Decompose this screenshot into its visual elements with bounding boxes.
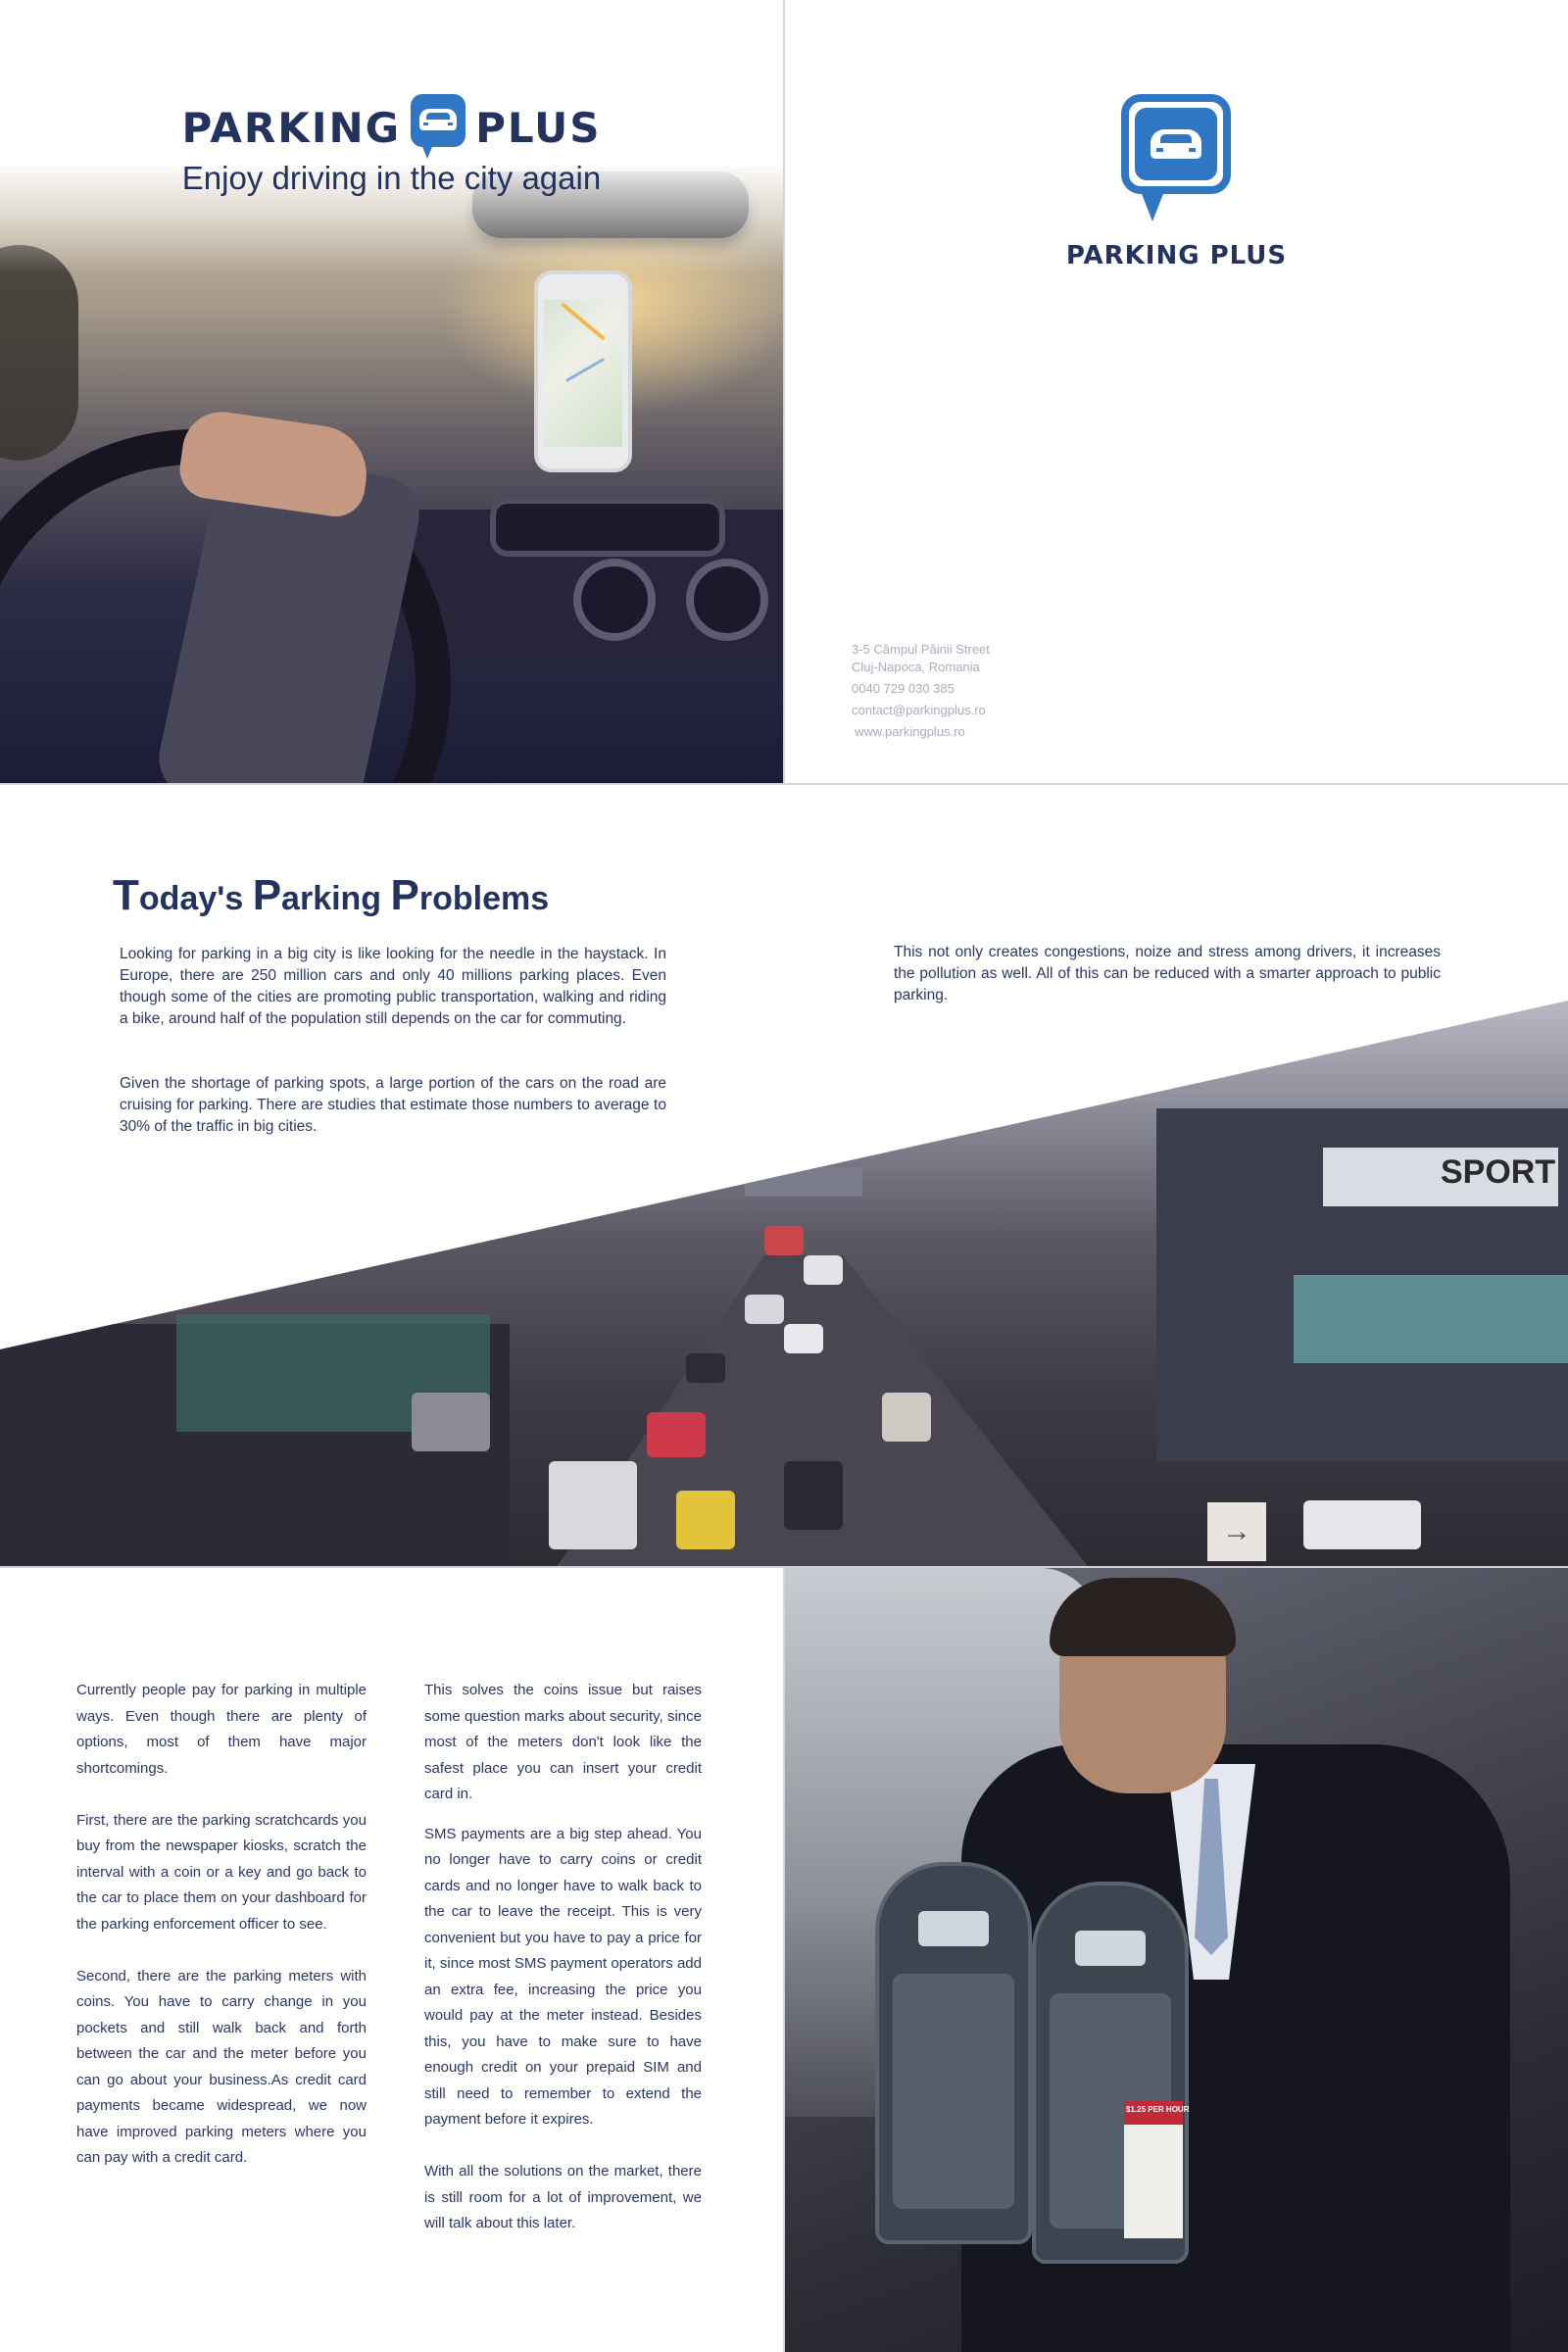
paragraph-scratchcards: First, there are the parking scratchcard… (76, 1811, 367, 1933)
cover-panel: PARKING PLUS Enjoy driving in the city a… (0, 0, 783, 783)
paragraph-pollution: This not only creates congestions, noize… (894, 944, 1441, 1004)
car-pin-icon (411, 94, 466, 161)
map-screen (544, 300, 622, 447)
section-title: Today's Parking Problems (113, 871, 550, 919)
phone-navigation (534, 270, 632, 472)
payment-methods-panel: Currently people pay for parking in mult… (0, 1568, 783, 2352)
car (647, 1412, 706, 1457)
car (764, 1226, 804, 1255)
logo-word-plus: PLUS (475, 103, 602, 152)
parking-meter: $1.25 PER HOUR (1032, 1882, 1189, 2264)
shop-windows (1294, 1275, 1568, 1363)
contact-block: 3-5 Câmpul Pâinii Street Cluj-Napoca, Ro… (852, 639, 990, 743)
sport-shop-sign: SPORT (1323, 1148, 1558, 1206)
cover-logo: PARKING PLUS (0, 94, 783, 161)
paragraph-improvement: With all the solutions on the market, th… (424, 2163, 702, 2231)
car-pin-logo-icon (1121, 94, 1231, 221)
paragraph-sms: SMS payments are a big step ahead. You n… (424, 1825, 702, 2129)
text-column-right: This solves the coins issue but raises s… (424, 1678, 702, 2263)
arrow-sign-icon: → (1207, 1502, 1266, 1561)
car (745, 1295, 784, 1324)
contact-website[interactable]: www.parkingplus.ro (852, 721, 990, 743)
meter-rate-tag: $1.25 PER HOUR (1124, 2101, 1189, 2238)
dashboard-display (490, 498, 725, 557)
car (1303, 1500, 1421, 1549)
air-vent (573, 559, 656, 641)
car (784, 1324, 823, 1353)
driver-head (0, 245, 78, 461)
car (804, 1255, 843, 1285)
car (412, 1393, 490, 1451)
paragraph-needle: Looking for parking in a big city is lik… (120, 946, 666, 1027)
logo-word-parking: PARKING (181, 103, 402, 152)
overpass (745, 1167, 862, 1197)
car (882, 1393, 931, 1442)
paragraph-security: This solves the coins issue but raises s… (424, 1682, 702, 1802)
car (686, 1353, 725, 1383)
back-logo-text: PARKING PLUS (1065, 241, 1288, 270)
contact-email[interactable]: contact@parkingplus.ro (852, 700, 990, 721)
back-cover-panel: PARKING PLUS 3-5 Câmpul Pâinii Street Cl… (785, 0, 1568, 783)
contact-phone: 0040 729 030 385 (852, 681, 955, 696)
paragraph-cruising: Given the shortage of parking spots, a l… (120, 1075, 666, 1135)
text-column-left: Currently people pay for parking in mult… (76, 1678, 367, 2197)
car (784, 1461, 843, 1530)
tagline: Enjoy driving in the city again (181, 160, 602, 196)
air-vent (686, 559, 768, 641)
man-hair (1050, 1578, 1236, 1656)
parking-meter (875, 1862, 1032, 2244)
paragraph-coin-meters: Second, there are the parking meters wit… (76, 1967, 367, 2167)
parking-problems-spread: Today's Parking Problems Looking for par… (0, 785, 1568, 1566)
taxi (676, 1491, 735, 1549)
contact-city: Cluj-Napoca, Romania (852, 660, 980, 674)
van (549, 1461, 637, 1549)
paragraph-multiple-ways: Currently people pay for parking in mult… (76, 1682, 367, 1777)
parking-meter-photo: $1.25 PER HOUR (785, 1568, 1568, 2352)
